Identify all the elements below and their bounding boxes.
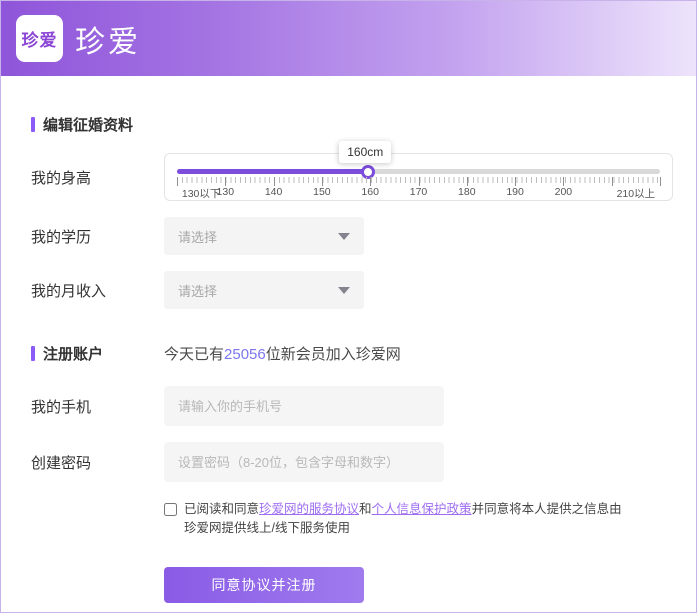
ruler-major-tick (660, 177, 661, 186)
ruler-label: 130 (216, 186, 235, 198)
income-select-placeholder: 请选择 (178, 283, 218, 299)
stats-count: 25056 (224, 346, 266, 363)
ruler-label: 160 (361, 186, 379, 198)
ruler-major-tick (515, 177, 517, 186)
ruler-label: 170 (409, 186, 428, 198)
ruler-major-tick (563, 177, 565, 186)
logo-text: 珍爱 (21, 31, 58, 50)
ruler-major-tick (273, 177, 275, 186)
education-select-placeholder: 请选择 (178, 229, 218, 245)
password-input[interactable] (164, 442, 444, 482)
title-accent-bar (31, 346, 35, 361)
height-row: 我的身高 160cm 130以下 130 140 150 160 170 180 190 200… (31, 141, 673, 201)
agreement-row: 已阅读和同意珍爱网的服务协议和个人信息保护政策并同意将本人提供之信息由珍爱网提供… (164, 500, 673, 539)
ruler-label: 180 (458, 186, 476, 198)
agreement-prefix: 已阅读和同意 (184, 502, 260, 516)
height-label: 我的身高 (31, 169, 92, 187)
education-label: 我的学历 (31, 228, 92, 246)
height-value-tooltip: 160cm (339, 141, 392, 163)
ruler-label: 130以下 (181, 188, 221, 200)
phone-row: 我的手机 (31, 386, 673, 426)
form-content: 编辑征婚资料 我的身高 160cm 130以下 130 140 150 160 170 18… (1, 76, 696, 603)
ruler-major-tick (177, 177, 178, 186)
profile-section-title-text: 编辑征婚资料 (43, 117, 134, 134)
ruler-major-tick (370, 177, 372, 186)
ruler-label: 200 (554, 186, 573, 198)
slider-track[interactable] (177, 164, 660, 179)
caret-down-icon (338, 232, 350, 240)
income-select[interactable]: 请选择 (164, 271, 364, 309)
height-ruler: 130以下 130 140 150 160 170 180 190 200 210以上 (177, 177, 661, 201)
member-stats: 今天已有25056位新会员加入珍爱网 (164, 343, 401, 364)
stats-suffix: 位新会员加入珍爱网 (265, 346, 401, 363)
height-slider: 160cm 130以下 130 140 150 160 170 180 190 200 210以上 (164, 141, 673, 201)
income-row: 我的月收入 请选择 (31, 271, 673, 309)
ruler-major-tick (225, 177, 227, 186)
income-label: 我的月收入 (31, 282, 107, 300)
brand-name: 珍爱 (75, 25, 141, 59)
phone-label: 我的手机 (31, 398, 92, 416)
ruler-label: 150 (313, 186, 331, 198)
terms-of-service-link[interactable]: 珍爱网的服务协议 (259, 502, 359, 516)
ruler-major-tick (321, 177, 323, 186)
registration-page: 珍爱 珍爱 编辑征婚资料 我的身高 160cm 130以下 130 140 150 16… (0, 0, 697, 613)
zhenai-logo: 珍爱 (16, 15, 63, 62)
submit-button[interactable]: 同意协议并注册 (164, 566, 364, 603)
education-select[interactable]: 请选择 (164, 217, 364, 255)
privacy-policy-link[interactable]: 个人信息保护政策 (372, 502, 472, 516)
slider-fill (177, 169, 368, 174)
education-row: 我的学历 请选择 (31, 217, 673, 255)
register-section-row: 注册账户 今天已有25056位新会员加入珍爱网 (31, 343, 673, 364)
caret-down-icon (338, 286, 350, 294)
ruler-label: 140 (264, 186, 283, 198)
register-section-title-text: 注册账户 (43, 346, 104, 363)
password-label: 创建密码 (31, 454, 92, 472)
password-row: 创建密码 (31, 442, 673, 482)
title-accent-bar (31, 117, 35, 132)
ruler-major-tick (418, 177, 420, 186)
phone-input[interactable] (164, 386, 444, 426)
ruler-label: 190 (506, 186, 524, 198)
profile-section-title: 编辑征婚资料 (31, 114, 673, 135)
ruler-major-tick (611, 177, 613, 186)
agreement-text: 已阅读和同意珍爱网的服务协议和个人信息保护政策并同意将本人提供之信息由珍爱网提供… (184, 500, 632, 539)
stats-prefix: 今天已有 (164, 346, 225, 363)
header: 珍爱 珍爱 (1, 1, 696, 76)
agreement-checkbox[interactable] (164, 503, 177, 516)
agreement-middle: 和 (359, 502, 372, 516)
ruler-label: 210以上 (616, 188, 656, 200)
register-section-title: 注册账户 (31, 343, 164, 364)
ruler-major-tick (466, 177, 468, 186)
